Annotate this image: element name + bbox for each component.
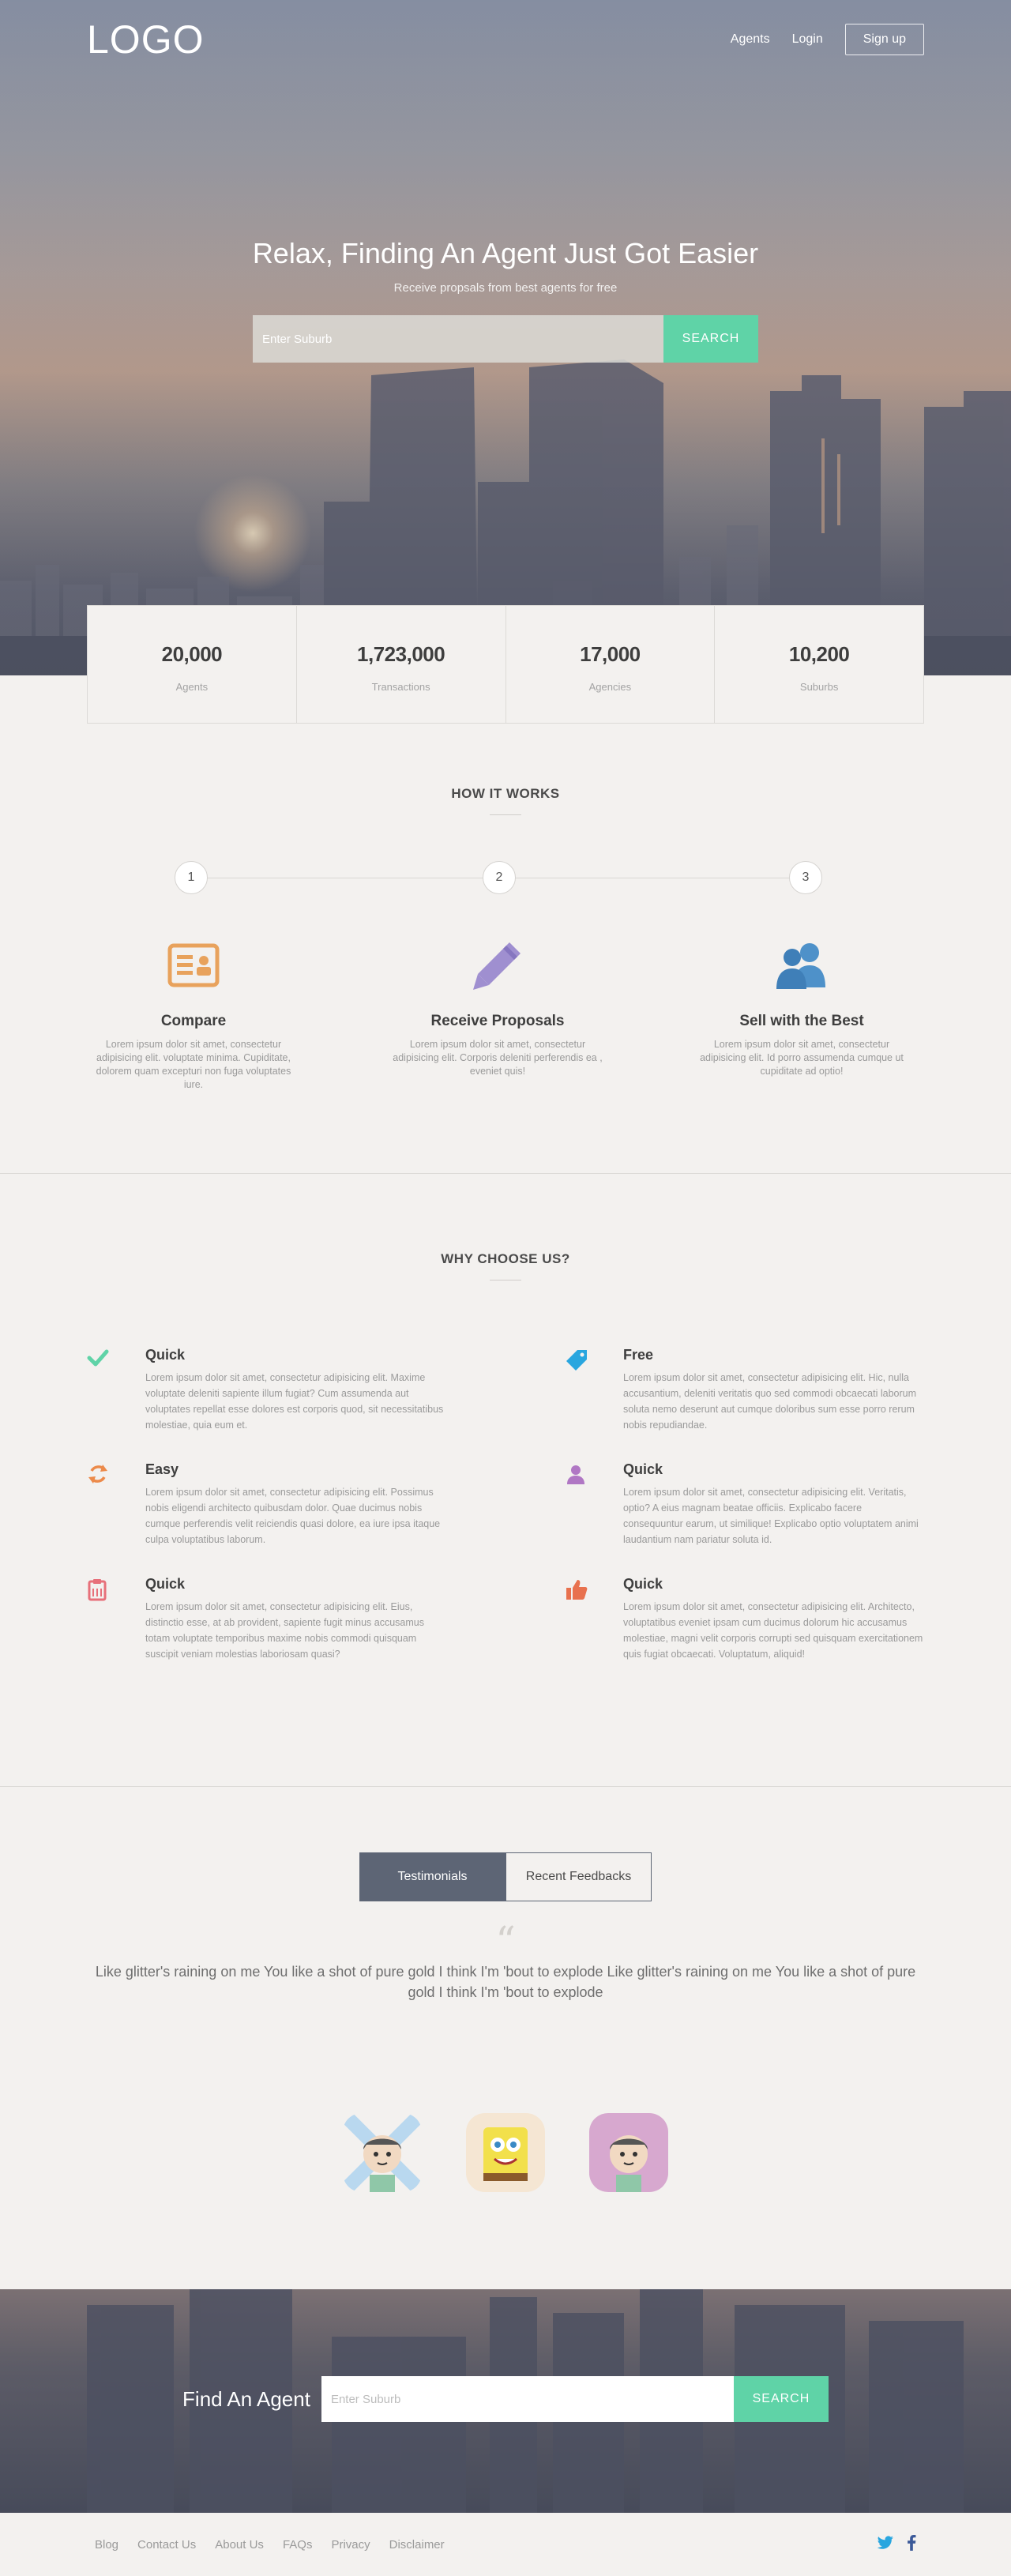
- id-card-icon: [87, 934, 300, 997]
- footer-links: Blog Contact Us About Us FAQs Privacy Di…: [95, 2538, 445, 2552]
- find-agent-section: Find An Agent SEARCH: [0, 2289, 1011, 2513]
- nav-links: Agents Login Sign up: [731, 24, 924, 55]
- feature-text: Lorem ipsum dolor sit amet, consectetur …: [700, 1039, 904, 1077]
- twitter-icon[interactable]: [877, 2535, 894, 2554]
- feature-receive-proposals: Receive Proposals Lorem ipsum dolor sit …: [391, 934, 604, 1092]
- testimonial-quote: Like glitter's raining on me You like a …: [95, 1964, 916, 2000]
- hero-content: Relax, Finding An Agent Just Got Easier …: [0, 237, 1011, 363]
- why-item: Easy Lorem ipsum dolor sit amet, consecte…: [87, 1461, 446, 1547]
- why-item: Quick Lorem ipsum dolor sit amet, consect…: [565, 1576, 924, 1662]
- footer-link-blog[interactable]: Blog: [95, 2538, 118, 2552]
- hero-suburb-input[interactable]: [253, 315, 663, 363]
- facebook-icon[interactable]: [907, 2534, 916, 2555]
- pencil-icon: [391, 934, 604, 997]
- footer: Blog Contact Us About Us FAQs Privacy Di…: [0, 2513, 1011, 2576]
- feature-title: Receive Proposals: [430, 1013, 565, 1029]
- hero-search-form: SEARCH: [0, 315, 1011, 363]
- feature-compare: Compare Lorem ipsum dolor sit amet, cons…: [87, 934, 300, 1092]
- stat-label: Suburbs: [799, 681, 839, 693]
- footer-link-about[interactable]: About Us: [215, 2538, 264, 2552]
- section-title: HOW IT WORKS: [451, 786, 560, 801]
- hero-section: LOGO Agents Login Sign up Relax, Finding…: [0, 0, 1011, 675]
- thumbs-up-icon: [565, 1576, 623, 1662]
- stat-label: Agencies: [588, 681, 632, 693]
- avatar[interactable]: [589, 2113, 668, 2192]
- signup-button[interactable]: Sign up: [844, 24, 924, 55]
- stat-label: Agents: [175, 681, 209, 693]
- why-item-title: Quick: [145, 1576, 186, 1592]
- step-3-circle: 3: [789, 861, 822, 894]
- feature-title: Sell with the Best: [739, 1013, 864, 1029]
- social-links: [877, 2534, 916, 2555]
- why-item: Free Lorem ipsum dolor sit amet, consecte…: [565, 1347, 924, 1433]
- title-underline: [490, 814, 521, 815]
- footer-search-button[interactable]: SEARCH: [733, 2376, 829, 2422]
- user-icon: [565, 1461, 623, 1547]
- stat-value: 1,723,000: [357, 642, 445, 666]
- feature-text: Lorem ipsum dolor sit amet, consectetur …: [393, 1039, 603, 1077]
- why-item: Quick Lorem ipsum dolor sit amet, consect…: [87, 1347, 446, 1433]
- footer-link-contact[interactable]: Contact Us: [137, 2538, 196, 2552]
- clipboard-icon: [87, 1576, 145, 1662]
- why-item-title: Quick: [623, 1461, 663, 1477]
- quote-mark: “: [495, 1918, 516, 1964]
- how-it-works-section: HOW IT WORKS 1 2 3 Compare Lorem ipsum d…: [0, 675, 1011, 1173]
- why-item-title: Free: [623, 1347, 654, 1363]
- check-icon: [87, 1347, 145, 1433]
- why-choose-us-section: WHY CHOOSE US? Quick Lorem ipsum dolor si…: [0, 1174, 1011, 1786]
- tag-icon: [565, 1347, 623, 1433]
- avatar[interactable]: [343, 2113, 422, 2192]
- nav-link-login[interactable]: Login: [792, 32, 823, 47]
- stat-agencies: 17,000 Agencies: [506, 606, 716, 723]
- why-item: Quick Lorem ipsum dolor sit amet, consect…: [87, 1576, 446, 1662]
- footer-link-faqs[interactable]: FAQs: [283, 2538, 313, 2552]
- find-agent-form: Find An Agent SEARCH: [0, 2376, 1011, 2422]
- why-item-text: Lorem ipsum dolor sit amet, consectetur …: [623, 1487, 919, 1545]
- why-item-text: Lorem ipsum dolor sit amet, consectetur …: [145, 1601, 424, 1660]
- why-item-text: Lorem ipsum dolor sit amet, consectetur …: [623, 1601, 923, 1660]
- testimonials-section: Testimonials Recent Feedbacks “ Like gli…: [0, 1787, 1011, 2289]
- section-title: WHY CHOOSE US?: [441, 1251, 570, 1266]
- footer-suburb-input[interactable]: [321, 2376, 734, 2422]
- hero-search-button[interactable]: SEARCH: [663, 315, 758, 363]
- why-item-title: Quick: [145, 1347, 186, 1363]
- stat-label: Transactions: [371, 681, 430, 693]
- footer-link-disclaimer[interactable]: Disclaimer: [389, 2538, 445, 2552]
- step-1-circle: 1: [175, 861, 208, 894]
- tab-testimonials[interactable]: Testimonials: [359, 1852, 506, 1901]
- feature-sell-with-best: Sell with the Best Lorem ipsum dolor sit…: [695, 934, 908, 1092]
- top-nav: LOGO Agents Login Sign up: [87, 17, 924, 62]
- stat-value: 20,000: [161, 642, 223, 666]
- why-item: Quick Lorem ipsum dolor sit amet, consect…: [565, 1461, 924, 1547]
- hero-title: Relax, Finding An Agent Just Got Easier: [252, 237, 759, 269]
- avatar-list: [0, 2113, 1011, 2192]
- why-item-text: Lorem ipsum dolor sit amet, consectetur …: [623, 1372, 917, 1431]
- stat-value: 17,000: [580, 642, 641, 666]
- avatar[interactable]: [466, 2113, 545, 2192]
- find-agent-label: Find An Agent: [182, 2386, 310, 2411]
- stat-suburbs: 10,200 Suburbs: [715, 606, 923, 723]
- why-item-title: Quick: [623, 1576, 663, 1592]
- users-icon: [695, 934, 908, 997]
- stat-transactions: 1,723,000 Transactions: [297, 606, 506, 723]
- logo[interactable]: LOGO: [87, 17, 204, 62]
- why-grid: Quick Lorem ipsum dolor sit amet, consect…: [87, 1347, 924, 1662]
- refresh-icon: [87, 1461, 145, 1547]
- how-features: Compare Lorem ipsum dolor sit amet, cons…: [87, 934, 908, 1092]
- step-2-circle: 2: [483, 861, 516, 894]
- why-item-title: Easy: [145, 1461, 179, 1477]
- stat-agents: 20,000 Agents: [88, 606, 297, 723]
- steps-timeline: 1 2 3: [0, 855, 1011, 902]
- nav-link-agents[interactable]: Agents: [731, 32, 770, 47]
- hero-subtitle: Receive propsals from best agents for fr…: [393, 281, 618, 295]
- feature-text: Lorem ipsum dolor sit amet, consectetur …: [96, 1039, 291, 1090]
- feature-title: Compare: [160, 1013, 227, 1029]
- stat-value: 10,200: [788, 642, 850, 666]
- stats-bar: 20,000 Agents 1,723,000 Transactions 17,…: [87, 605, 924, 724]
- why-item-text: Lorem ipsum dolor sit amet, consectetur …: [145, 1487, 441, 1545]
- why-item-text: Lorem ipsum dolor sit amet, consectetur …: [145, 1372, 444, 1431]
- tab-recent-feedbacks[interactable]: Recent Feedbacks: [506, 1852, 652, 1901]
- testimonial-tabs: Testimonials Recent Feedbacks: [359, 1852, 652, 1901]
- footer-link-privacy[interactable]: Privacy: [331, 2538, 370, 2552]
